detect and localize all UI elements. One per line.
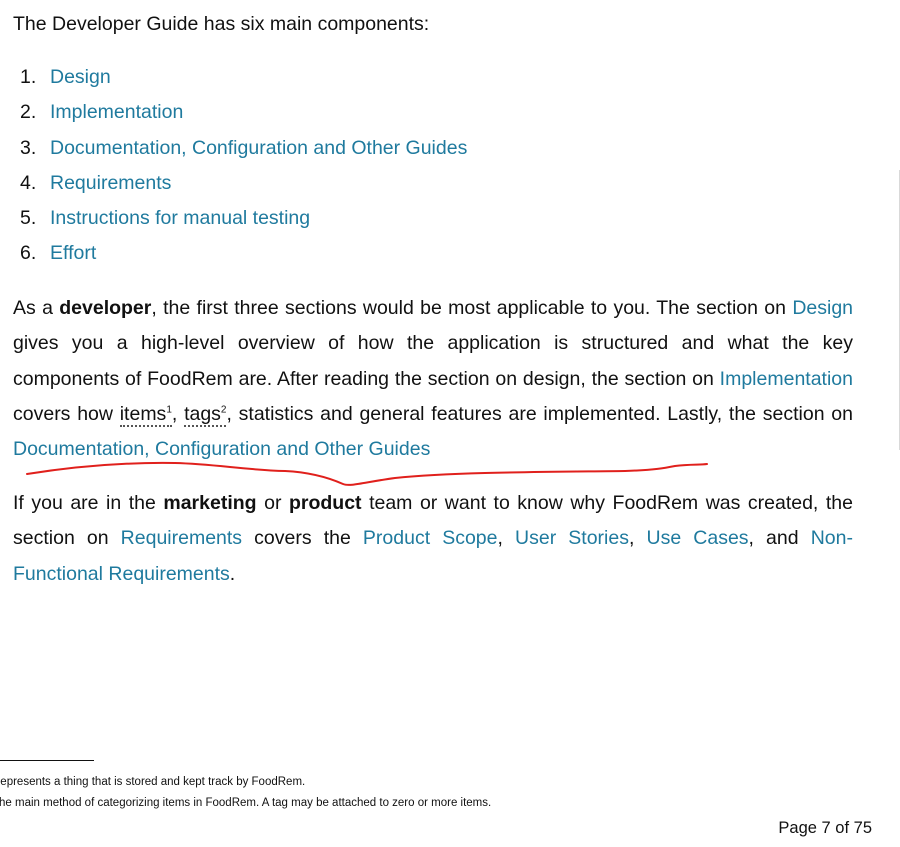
link-use-cases[interactable]: Use Cases xyxy=(647,527,749,549)
link-product-scope[interactable]: Product Scope xyxy=(363,527,498,549)
intro-text: The Developer Guide has six main compone… xyxy=(13,13,430,35)
link-documentation[interactable]: Documentation, Configuration and Other G… xyxy=(50,137,467,159)
list-item: 2. Implementation xyxy=(20,97,467,132)
list-item: 6. Effort xyxy=(20,238,467,273)
list-number: 5. xyxy=(20,207,37,230)
link-implementation-inline[interactable]: Implementation xyxy=(720,368,853,390)
bold-product: product xyxy=(288,492,362,514)
link-requirements[interactable]: Requirements xyxy=(50,172,171,194)
red-underline-annotation xyxy=(26,461,708,486)
link-design-inline[interactable]: Design xyxy=(792,297,853,319)
footnote-ref-tags[interactable]: tags2 xyxy=(184,402,227,427)
link-design[interactable]: Design xyxy=(50,66,111,88)
list-item: 3. Documentation, Configuration and Other… xyxy=(20,133,467,168)
list-number: 1. xyxy=(20,66,37,88)
list-item: 5. Instructions for manual testing xyxy=(20,203,467,238)
footnote-separator xyxy=(0,760,94,761)
list-number: 2. xyxy=(20,101,37,124)
list-item: 4. Requirements xyxy=(20,168,467,203)
list-item: 1. Design xyxy=(20,62,467,97)
link-manual-testing[interactable]: Instructions for manual testing xyxy=(50,207,310,229)
link-effort[interactable]: Effort xyxy=(50,242,96,264)
marketing-paragraph: If you are in the marketing or product t… xyxy=(13,492,853,585)
footnote-ref-items[interactable]: items1 xyxy=(119,402,172,427)
link-requirements-inline[interactable]: Requirements xyxy=(121,527,242,549)
developer-paragraph: As a developer, the first three sections… xyxy=(13,297,854,461)
page-number: Page 7 of 75 xyxy=(778,819,872,837)
bold-developer: developer xyxy=(59,297,152,319)
list-number: 4. xyxy=(20,171,37,194)
link-implementation[interactable]: Implementation xyxy=(50,101,183,123)
bold-marketing: marketing xyxy=(163,492,257,514)
footnote-2: The main method of categorizing items in… xyxy=(0,797,492,809)
list-number: 3. xyxy=(20,136,37,159)
link-user-stories[interactable]: User Stories xyxy=(515,527,629,549)
link-documentation-inline[interactable]: Documentation, Configuration and Other G… xyxy=(13,438,430,460)
list-number: 6. xyxy=(20,242,37,265)
component-list: 1. Design 2. Implementation 3. Documentatio… xyxy=(20,62,467,274)
footnote-1: Represents a thing that is stored and ke… xyxy=(0,776,306,788)
